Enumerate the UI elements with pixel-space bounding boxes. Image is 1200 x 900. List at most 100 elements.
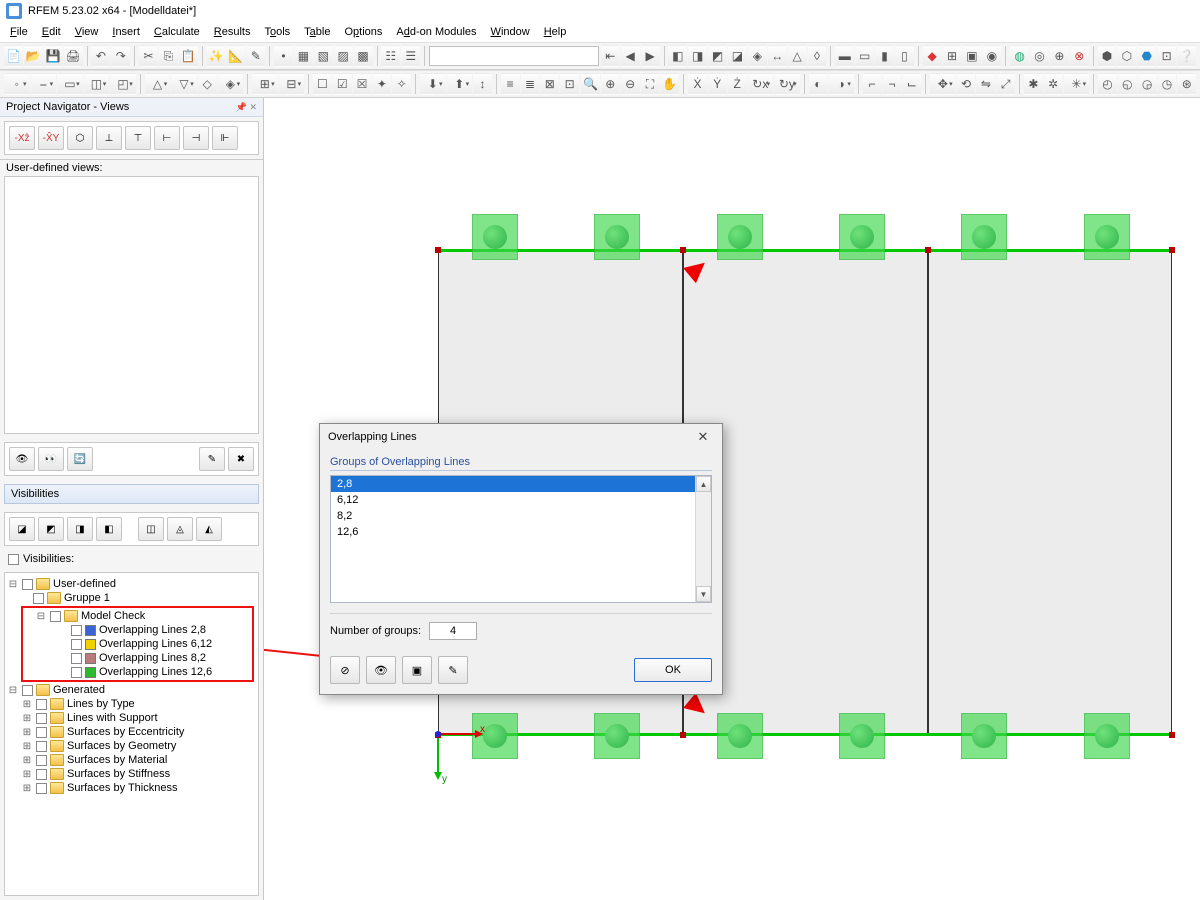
view-iso-icon[interactable]: ⬡ bbox=[67, 126, 93, 150]
t2l-icon[interactable]: ☐ bbox=[313, 73, 332, 95]
va5-icon[interactable]: ✖ bbox=[228, 447, 254, 471]
menu-options[interactable]: Options bbox=[338, 24, 388, 40]
e4-icon[interactable]: ◷ bbox=[1158, 73, 1177, 95]
fit-icon[interactable]: ⛶ bbox=[641, 73, 660, 95]
tree-gen-5[interactable]: Surfaces by Stiffness bbox=[67, 768, 170, 780]
view-u4-icon[interactable]: ⊣ bbox=[183, 126, 209, 150]
t2g-icon[interactable]: ▽ bbox=[171, 73, 197, 95]
snap3-icon[interactable]: ⌙ bbox=[902, 73, 921, 95]
roty-icon[interactable]: ↻y bbox=[774, 73, 800, 95]
t2t-icon[interactable]: ≡ bbox=[501, 73, 520, 95]
tree-icon[interactable]: ☰ bbox=[401, 45, 420, 67]
rotx-icon[interactable]: ↻x bbox=[748, 73, 774, 95]
support[interactable] bbox=[1084, 214, 1130, 260]
menu-tools[interactable]: Tools bbox=[258, 24, 296, 40]
t2w-icon[interactable]: ⊡ bbox=[560, 73, 579, 95]
tree-gen-3[interactable]: Surfaces by Geometry bbox=[67, 740, 176, 752]
e5-icon[interactable]: ⊛ bbox=[1177, 73, 1196, 95]
copy-icon[interactable]: ⎘ bbox=[159, 45, 178, 67]
node[interactable] bbox=[435, 247, 441, 253]
print-icon[interactable]: 🖨 bbox=[64, 45, 83, 67]
vb4-icon[interactable]: ◧ bbox=[96, 517, 122, 541]
t2u-icon[interactable]: ≣ bbox=[521, 73, 540, 95]
pin-icon[interactable]: 📌 ✕ bbox=[236, 102, 257, 113]
cube1-icon[interactable]: ◧ bbox=[668, 45, 687, 67]
visibilities-checkbox[interactable] bbox=[8, 554, 19, 565]
ext2-icon[interactable]: ✲ bbox=[1044, 73, 1063, 95]
pan-icon[interactable]: ✋ bbox=[660, 73, 679, 95]
help2-icon[interactable]: ❔ bbox=[1177, 45, 1196, 67]
list-item[interactable]: 8,2 bbox=[331, 508, 711, 524]
menu-results[interactable]: Results bbox=[208, 24, 257, 40]
tree-gen-1[interactable]: Lines with Support bbox=[67, 712, 158, 724]
va4-icon[interactable]: ✎ bbox=[199, 447, 225, 471]
tree-gen-0[interactable]: Lines by Type bbox=[67, 698, 135, 710]
user-views-list[interactable] bbox=[4, 176, 259, 434]
view-u5-icon[interactable]: ⊩ bbox=[212, 126, 238, 150]
mod8-icon[interactable]: ⊡ bbox=[1157, 45, 1176, 67]
highlight-icon[interactable]: ✨ bbox=[207, 45, 226, 67]
cube4-icon[interactable]: ◪ bbox=[728, 45, 747, 67]
view-u1-icon[interactable]: ⊥ bbox=[96, 126, 122, 150]
mod4-icon[interactable]: ⊗ bbox=[1070, 45, 1089, 67]
open-icon[interactable]: 📂 bbox=[24, 45, 43, 67]
table-icon[interactable]: ☷ bbox=[381, 45, 400, 67]
node[interactable] bbox=[925, 247, 931, 253]
view2-icon[interactable]: ◑ bbox=[828, 73, 854, 95]
tree-mc-2[interactable]: Overlapping Lines 8,2 bbox=[99, 652, 206, 664]
dlg-action-visibility-icon[interactable]: ✎ bbox=[438, 656, 468, 684]
paste-icon[interactable]: 📋 bbox=[179, 45, 198, 67]
tree-model-check[interactable]: Model Check bbox=[81, 610, 145, 622]
support[interactable] bbox=[717, 713, 763, 759]
view1-icon[interactable]: ◐ bbox=[809, 73, 828, 95]
va1-icon[interactable]: 👁 bbox=[9, 447, 35, 471]
menu-insert[interactable]: Insert bbox=[106, 24, 146, 40]
dlg-action-2-icon[interactable]: 👁 bbox=[366, 656, 396, 684]
t2b-icon[interactable]: ⎯ bbox=[31, 73, 57, 95]
redo-icon[interactable]: ↷ bbox=[111, 45, 130, 67]
vb5-icon[interactable]: ◫ bbox=[138, 517, 164, 541]
support[interactable] bbox=[717, 214, 763, 260]
mod5-icon[interactable]: ⬢ bbox=[1098, 45, 1117, 67]
mod2-icon[interactable]: ◎ bbox=[1030, 45, 1049, 67]
vb2-icon[interactable]: ◩ bbox=[38, 517, 64, 541]
node[interactable] bbox=[680, 732, 686, 738]
t2e-icon[interactable]: ◰ bbox=[110, 73, 136, 95]
measure-icon[interactable]: 📐 bbox=[226, 45, 245, 67]
vb7-icon[interactable]: ◭ bbox=[196, 517, 222, 541]
scroll-up-icon[interactable]: ▲ bbox=[696, 476, 711, 492]
vb3-icon[interactable]: ◨ bbox=[67, 517, 93, 541]
t2v-icon[interactable]: ⊠ bbox=[540, 73, 559, 95]
mod3-icon[interactable]: ⊕ bbox=[1050, 45, 1069, 67]
support-icon[interactable]: △ bbox=[788, 45, 807, 67]
snapy-icon[interactable]: Ẏ bbox=[708, 73, 727, 95]
dim-icon[interactable]: ↔ bbox=[768, 45, 787, 67]
nav-prev-icon[interactable]: ◀ bbox=[621, 45, 640, 67]
view-xz-icon[interactable]: -Xẑ bbox=[9, 126, 35, 150]
menu-window[interactable]: Window bbox=[485, 24, 536, 40]
e1-icon[interactable]: ◴ bbox=[1098, 73, 1117, 95]
t2d-icon[interactable]: ◫ bbox=[84, 73, 110, 95]
grid2-icon[interactable]: ▧ bbox=[314, 45, 333, 67]
t2p-icon[interactable]: ✧ bbox=[392, 73, 411, 95]
res3-icon[interactable]: ▮ bbox=[875, 45, 894, 67]
mod6-icon[interactable]: ⬡ bbox=[1117, 45, 1136, 67]
scrollbar[interactable]: ▲ ▼ bbox=[695, 476, 711, 602]
snapx-icon[interactable]: Ẋ bbox=[688, 73, 707, 95]
res2-icon[interactable]: ▭ bbox=[855, 45, 874, 67]
menu-help[interactable]: Help bbox=[538, 24, 573, 40]
t2f-icon[interactable]: △ bbox=[145, 73, 171, 95]
menu-edit[interactable]: Edit bbox=[36, 24, 67, 40]
node[interactable] bbox=[1169, 732, 1175, 738]
menu-table[interactable]: Table bbox=[298, 24, 336, 40]
cut-icon[interactable]: ✂ bbox=[139, 45, 158, 67]
support[interactable] bbox=[839, 713, 885, 759]
nav-next-icon[interactable]: ▶ bbox=[641, 45, 660, 67]
mod7-icon[interactable]: ⬣ bbox=[1137, 45, 1156, 67]
tree-gen-4[interactable]: Surfaces by Material bbox=[67, 754, 167, 766]
mesh-icon[interactable]: ⊞ bbox=[943, 45, 962, 67]
mirror-icon[interactable]: ⇋ bbox=[976, 73, 995, 95]
support[interactable] bbox=[961, 214, 1007, 260]
save-icon[interactable]: 💾 bbox=[44, 45, 63, 67]
solid-icon[interactable]: ▣ bbox=[963, 45, 982, 67]
